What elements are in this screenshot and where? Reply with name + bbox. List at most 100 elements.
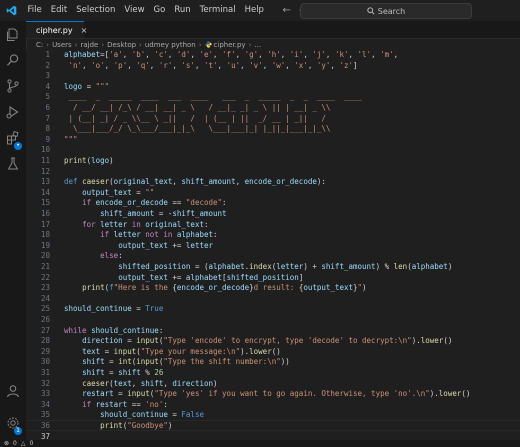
code-line[interactable]: 20 else: <box>26 251 520 262</box>
code-line[interactable]: 33 restart = input("Type 'yes' if you wa… <box>26 389 520 400</box>
code-line[interactable]: 24 <box>26 294 520 305</box>
testing-flask-icon[interactable] <box>5 156 21 172</box>
tab-cipher-py[interactable]: cipher.py × <box>26 21 87 38</box>
menu-terminal[interactable]: Terminal <box>195 0 240 21</box>
code-text: text = input("Type your message:\n").low… <box>64 347 281 358</box>
line-number: 1 <box>45 50 50 59</box>
command-search-box[interactable]: Search <box>300 3 472 19</box>
menu-edit[interactable]: Edit <box>46 0 71 21</box>
account-icon[interactable] <box>5 383 21 399</box>
search-label: Search <box>377 6 406 16</box>
breadcrumb-more[interactable]: ... <box>254 41 261 49</box>
code-line[interactable]: 25 should_continue = True <box>26 304 520 315</box>
code-line[interactable]: 30 shift = int(input("Type the shift num… <box>26 357 520 368</box>
line-number: 9 <box>45 134 50 144</box>
code-token: original_text <box>113 177 173 187</box>
breadcrumb-drive[interactable]: C: <box>36 41 43 49</box>
code-line[interactable]: 21 shifted_position = (alphabet.index(le… <box>26 262 520 273</box>
code-line[interactable]: 12 <box>26 167 520 178</box>
code-token: True <box>145 304 164 314</box>
code-token: ) <box>447 262 453 271</box>
code-line[interactable]: 27 while should_continue: <box>26 326 520 337</box>
code-token: , <box>149 60 159 70</box>
error-count[interactable]: 0 <box>13 440 17 447</box>
code-line[interactable]: 7 | (__| _| / _ \\__ \ _|| / | (__ | || … <box>26 114 520 125</box>
menu-view[interactable]: View <box>120 0 149 21</box>
code-line[interactable]: 31 shift = shift % 26 <box>26 368 520 379</box>
code-token: ) <box>167 421 173 430</box>
code-line[interactable]: 14 output_text = "" <box>26 188 520 199</box>
warning-count[interactable]: 0 <box>29 440 33 447</box>
code-token: lower <box>420 336 444 346</box>
warning-icon[interactable]: △ <box>21 440 26 447</box>
breadcrumb-desktop[interactable]: Desktop <box>107 41 136 49</box>
code-token: ). <box>411 336 421 346</box>
code-editor[interactable]: 1 alphabet=['a', 'b', 'c', 'd', 'e', 'f',… <box>26 50 520 441</box>
line-number: 26 <box>40 315 50 324</box>
code-token: "Type the shift number:\n" <box>163 357 281 367</box>
code-token: = <box>113 389 128 399</box>
code-token: 's' <box>181 60 195 70</box>
code-line[interactable]: 15 if encode_or_decode == "decode": <box>26 198 520 209</box>
code-text: def caeser(original_text, shift_amount, … <box>64 177 326 188</box>
run-debug-icon[interactable] <box>5 104 21 120</box>
code-token: "Type 'yes' if you want to go again. Oth… <box>154 389 430 399</box>
breadcrumb-folder[interactable]: udmey python <box>145 41 196 49</box>
error-icon[interactable]: ⊗ <box>4 440 9 447</box>
code-line[interactable]: 28 direction = input("Type 'encode' to e… <box>26 336 520 347</box>
code-text: restart = input("Type 'yes' if you want … <box>64 389 470 400</box>
code-line[interactable]: 11 print(logo) <box>26 156 520 167</box>
code-token: = <box>167 410 182 420</box>
code-token: , <box>122 50 132 59</box>
breadcrumb-users[interactable]: Users <box>52 41 72 49</box>
code-line[interactable]: 36 print("Goodbye") <box>26 421 520 432</box>
code-line[interactable]: 26 <box>26 315 520 326</box>
code-line[interactable]: 18 if letter not in alphabet: <box>26 230 520 241</box>
code-line[interactable]: 32 caeser(text, shift, direction) <box>26 379 520 390</box>
code-line[interactable]: 4 logo = """ <box>26 82 520 93</box>
settings-badge: 1 <box>14 427 22 435</box>
code-line[interactable]: 1 alphabet=['a', 'b', 'c', 'd', 'e', 'f',… <box>26 50 520 61</box>
code-line[interactable]: 16 shift_amount = -shift_amount <box>26 209 520 220</box>
menu-selection[interactable]: Selection <box>72 0 120 21</box>
code-line[interactable]: 5 ____ _ _____ ____ ___ ____ ___ _ _____… <box>26 92 520 103</box>
extensions-badge: • <box>14 142 22 150</box>
close-icon[interactable]: × <box>81 26 88 35</box>
source-control-icon[interactable] <box>5 78 21 94</box>
code-line[interactable]: 10 <box>26 145 520 156</box>
code-line[interactable]: 9 """ <box>26 135 520 146</box>
code-token: len <box>393 262 408 271</box>
menu-go[interactable]: Go <box>149 0 170 21</box>
files-explorer-icon[interactable] <box>5 27 21 43</box>
code-line[interactable]: 29 text = input("Type your message:\n").… <box>26 347 520 358</box>
code-token: 'x' <box>294 60 308 70</box>
breadcrumb-file[interactable]: cipher.py <box>214 41 246 49</box>
line-number: 27 <box>40 325 50 335</box>
line-number: 36 <box>40 421 50 430</box>
breadcrumb-user[interactable]: rajde <box>80 41 98 49</box>
code-token: , <box>235 177 245 187</box>
code-line[interactable]: 22 output_text += alphabet[shifted_posit… <box>26 273 520 284</box>
code-line[interactable]: 13 def caeser(original_text, shift_amount… <box>26 177 520 188</box>
code-line[interactable]: 34 if restart == 'no': <box>26 400 520 411</box>
code-line[interactable]: 3 <box>26 71 520 82</box>
menu-file[interactable]: File <box>23 0 46 21</box>
code-token: if <box>100 230 114 240</box>
code-line[interactable]: 17 for letter in original_text: <box>26 220 520 231</box>
code-line[interactable]: 6 / __/ __| /_\ / __| __| _ \ / __|_ _| … <box>26 103 520 114</box>
code-text: logo = """ <box>64 82 109 93</box>
code-line[interactable]: 23 print(f"Here is the {encode_or_decode… <box>26 283 520 294</box>
code-token: 'n' <box>68 60 83 70</box>
search-icon[interactable] <box>5 52 21 68</box>
code-line[interactable]: 2 'n', 'o', 'p', 'q', 'r', 's', 't', 'u'… <box>26 61 520 72</box>
line-number: 7 <box>45 113 50 123</box>
menu-run[interactable]: Run <box>170 0 195 21</box>
code-token: "Goodbye" <box>127 421 168 430</box>
code-line[interactable]: 19 output_text += letter <box>26 241 520 252</box>
menu-help[interactable]: Help <box>240 0 268 21</box>
code-line[interactable]: 8 \___|___/_/ \_\___/___|_|_\ \___|___|_… <box>26 124 520 135</box>
code-line[interactable]: 35 should_continue = False <box>26 410 520 421</box>
arrow-left-icon[interactable]: ← <box>278 5 294 16</box>
code-text: shift = int(input("Type the shift number… <box>64 357 290 368</box>
